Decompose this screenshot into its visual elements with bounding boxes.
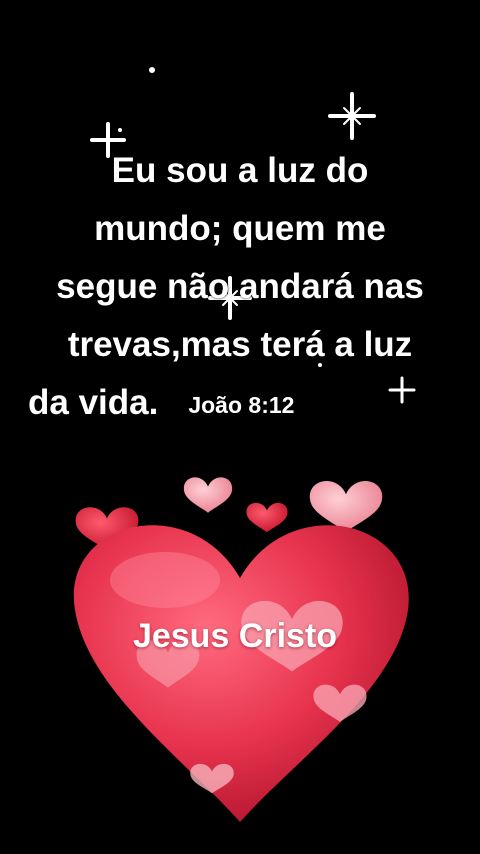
- sparkle-icon: [149, 67, 155, 73]
- sparkle-icon: [328, 92, 376, 140]
- verse-line: da vida.: [28, 383, 159, 422]
- verse-line: segue não andará nas: [56, 267, 424, 306]
- verse-last-line: da vida. João 8:12: [0, 374, 480, 434]
- verse-line: trevas,mas terá a luz: [67, 325, 413, 364]
- verse-line: Eu sou a luz do: [111, 151, 369, 190]
- heart-label: Jesus Cristo: [132, 617, 338, 655]
- verse-line: mundo; quem me: [94, 209, 386, 248]
- greeting-card: Eu sou a luz do mundo; quem me segue não…: [0, 0, 480, 854]
- bible-verse: Eu sou a luz do mundo; quem me segue não…: [0, 142, 480, 434]
- big-heart-icon: [73, 525, 409, 822]
- small-heart-icon: [309, 480, 383, 532]
- small-heart-icon: [183, 477, 233, 513]
- small-heart-icon: [246, 502, 288, 533]
- verse-reference: João 8:12: [188, 391, 295, 418]
